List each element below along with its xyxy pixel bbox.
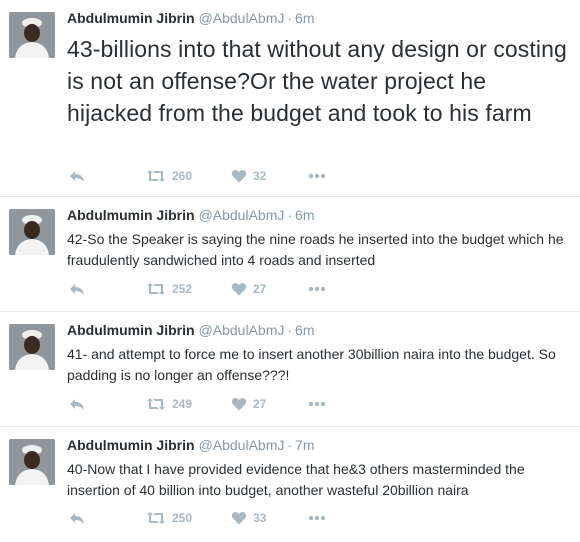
reply-icon [70,399,84,410]
more-icon [308,173,326,179]
retweet-icon [147,283,165,295]
retweet-icon [147,398,165,410]
author-name[interactable]: Abdulmumin Jibrin [67,322,195,338]
tweet[interactable]: Abdulmumin Jibrin @AbdulAbmJ · 7m 40-Now th… [0,427,580,542]
heart-icon [231,169,247,183]
tweet-text: 42-So the Speaker is saying the nine roa… [67,231,564,268]
heart-icon [231,397,247,411]
reply-button[interactable] [69,279,85,299]
tweet-header: Abdulmumin Jibrin @AbdulAbmJ · 7m [67,437,315,453]
tweet-header: Abdulmumin Jibrin @AbdulAbmJ · 6m [67,207,315,223]
avatar-image [9,209,55,255]
retweet-count: 250 [172,511,193,525]
timestamp[interactable]: 6m [295,322,314,338]
author-name[interactable]: Abdulmumin Jibrin [67,10,195,26]
reply-icon [70,284,84,295]
like-count: 33 [253,511,267,525]
timestamp[interactable]: 6m [295,10,314,26]
more-button[interactable] [308,279,326,299]
separator: · [287,437,293,453]
author-name[interactable]: Abdulmumin Jibrin [67,437,195,453]
tweet[interactable]: Abdulmumin Jibrin @AbdulAbmJ · 6m 42-So the… [0,197,580,312]
author-handle[interactable]: @AbdulAbmJ [199,207,285,223]
reply-button[interactable] [69,394,85,414]
tweet-timeline: Abdulmumin Jibrin @AbdulAbmJ · 6m 43-billio… [0,0,580,542]
tweet[interactable]: Abdulmumin Jibrin @AbdulAbmJ · 6m 41- and a… [0,312,580,427]
like-button[interactable]: 32 [231,166,266,186]
author-name[interactable]: Abdulmumin Jibrin [67,207,195,223]
avatar-image [9,439,55,485]
more-icon [308,515,326,521]
tweet-header: Abdulmumin Jibrin @AbdulAbmJ · 6m [67,10,315,26]
timestamp[interactable]: 6m [295,207,314,223]
tweet-header: Abdulmumin Jibrin @AbdulAbmJ · 6m [67,322,315,338]
retweet-icon [147,170,165,182]
retweet-button[interactable]: 252 [146,279,192,299]
tweet-text: 41- and attempt to force me to insert an… [67,346,556,383]
author-handle[interactable]: @AbdulAbmJ [199,322,285,338]
retweet-count: 252 [172,282,193,296]
like-button[interactable]: 27 [231,279,266,299]
more-button[interactable] [308,508,326,528]
retweet-button[interactable]: 260 [146,166,192,186]
reply-icon [70,513,84,524]
retweet-count: 249 [172,397,193,411]
separator: · [287,322,293,338]
more-icon [308,286,326,292]
avatar[interactable] [9,324,55,370]
like-count: 32 [253,169,267,183]
tweet[interactable]: Abdulmumin Jibrin @AbdulAbmJ · 6m 43-billio… [0,0,580,197]
reply-icon [70,171,84,182]
timestamp[interactable]: 7m [295,437,314,453]
avatar-image [9,324,55,370]
tweet-text: 40-Now that I have provided evidence tha… [67,461,525,498]
retweet-button[interactable]: 249 [146,394,192,414]
avatar[interactable] [9,209,55,255]
retweet-button[interactable]: 250 [146,508,192,528]
author-handle[interactable]: @AbdulAbmJ [199,437,285,453]
tweet-text: 43-billions into that without any design… [67,36,567,126]
avatar[interactable] [9,12,55,58]
like-button[interactable]: 33 [231,508,266,528]
like-button[interactable]: 27 [231,394,266,414]
like-count: 27 [253,282,267,296]
retweet-count: 260 [172,169,193,183]
author-handle[interactable]: @AbdulAbmJ [199,10,285,26]
avatar[interactable] [9,439,55,485]
more-button[interactable] [308,394,326,414]
more-button[interactable] [308,166,326,186]
more-icon [308,401,326,407]
avatar-image [9,12,55,58]
reply-button[interactable] [69,508,85,528]
retweet-icon [147,512,165,524]
heart-icon [231,511,247,525]
reply-button[interactable] [69,166,85,186]
like-count: 27 [253,397,267,411]
heart-icon [231,282,247,296]
separator: · [287,10,293,26]
separator: · [287,207,293,223]
